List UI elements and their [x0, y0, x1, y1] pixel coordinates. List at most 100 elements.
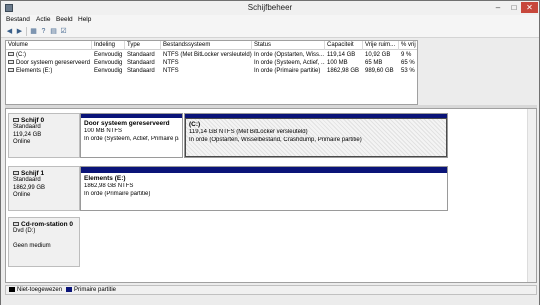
partition-size: 119,14 GB NTFS (Met BitLocker versleutel… — [189, 129, 308, 135]
cdrom-0-name-text: Cd-rom-station 0 — [21, 221, 73, 228]
col-status[interactable]: Status — [252, 41, 325, 50]
cdrom-0-blank — [13, 236, 75, 244]
col-volume[interactable]: Volume — [6, 41, 92, 50]
cell-percent-vrij: 9 % — [401, 52, 412, 58]
disk-0-label[interactable]: Schijf 0 Standaard 119,24 GB Online — [8, 113, 80, 158]
disk-0-name-text: Schijf 0 — [21, 117, 45, 124]
partition-c[interactable]: (C:) 119,14 GB NTFS (Met BitLocker versl… — [184, 113, 448, 158]
cell-bestandssysteem: NTFS (Met BitLocker versleuteld) — [163, 52, 252, 58]
vertical-scrollbar[interactable] — [527, 109, 536, 282]
cell-percent-vrij: 65 % — [401, 60, 415, 66]
cell-bestandssysteem: NTFS — [163, 60, 179, 66]
settings-icon[interactable]: ☑ — [59, 27, 68, 36]
legend-item: Primaire partitie — [66, 287, 116, 294]
disk-1-name: Schijf 1 — [13, 170, 75, 177]
partition-e[interactable]: Elements (E:) 1862,98 GB NTFS In orde (P… — [80, 166, 448, 211]
back-icon[interactable]: ◀ — [5, 27, 14, 36]
partition-status: In orde (Systeem, Actief, Primaire par — [84, 135, 179, 142]
cell-volume-text: (C:) — [16, 52, 26, 58]
maximize-button[interactable]: □ — [507, 2, 521, 13]
partition-size: 1862,98 GB NTFS — [84, 183, 134, 189]
partition-title: Elements (E:) — [84, 175, 126, 182]
col-percent-vrij[interactable]: % vrij — [399, 41, 417, 50]
disk-0-size: 119,24 GB — [13, 131, 42, 138]
table-row[interactable]: (C:) Eenvoudig Standaard NTFS (Met BitLo… — [6, 51, 417, 59]
col-capaciteit[interactable]: Capaciteit — [325, 41, 363, 50]
disk-0-name: Schijf 0 — [13, 117, 75, 124]
volume-list-header: Volume Indeling Type Bestandssysteem Sta… — [6, 41, 417, 50]
disk-management-window: Schijfbeheer – □ ✕ Bestand Actie Beeld H… — [0, 0, 540, 305]
disk-0-status: Online — [13, 139, 31, 145]
cell-volume-text: Door systeem gereserveerd — [16, 60, 91, 66]
properties-icon[interactable]: ▦ — [29, 27, 38, 36]
legend-label: Niet-toegewezen — [17, 287, 63, 293]
cell-indeling: Eenvoudig — [94, 60, 123, 66]
menu-actie[interactable]: Actie — [36, 16, 50, 23]
col-bestandssysteem[interactable]: Bestandssysteem — [161, 41, 252, 50]
legend-swatch-primary — [66, 287, 72, 292]
cdrom-0-label[interactable]: Cd-rom-station 0 Dvd (D:) Geen medium — [8, 217, 80, 267]
partition-size: 100 MB NTFS — [84, 128, 123, 134]
partition-status: In orde (Primaire partitie) — [84, 190, 151, 197]
cell-status: In orde (Systeem, Actief, ... — [254, 60, 325, 66]
partition-body: Door systeem gereserveerd 100 MB NTFS In… — [81, 118, 182, 157]
disk-1-label[interactable]: Schijf 1 Standaard 1862,99 GB Online — [8, 166, 80, 211]
cell-type: Standaard — [127, 68, 155, 74]
cdrom-icon — [13, 222, 19, 226]
cell-vrije-ruimte: 65 MB — [365, 60, 383, 66]
table-row[interactable]: Elements (E:) Eenvoudig Standaard NTFS I… — [6, 67, 417, 75]
partition-title: Door systeem gereserveerd — [84, 120, 170, 127]
volume-icon — [8, 60, 14, 64]
cell-capaciteit: 119,14 GB — [327, 52, 356, 58]
volume-list[interactable]: Volume Indeling Type Bestandssysteem Sta… — [5, 40, 418, 105]
disk-1-name-text: Schijf 1 — [21, 170, 45, 177]
cell-indeling: Eenvoudig — [94, 52, 123, 58]
volume-icon — [8, 68, 14, 72]
disk-0-type: Standaard — [13, 124, 41, 130]
partition-status: In orde (Opstarten, Wisselbestand, Crash… — [189, 136, 362, 143]
toolbar: ◀ ▶ ▦ ? ▤ ☑ — [1, 25, 539, 38]
partition-system-reserved[interactable]: Door systeem gereserveerd 100 MB NTFS In… — [80, 113, 183, 158]
partition-title: (C:) — [189, 121, 201, 128]
forward-icon[interactable]: ▶ — [15, 27, 24, 36]
col-indeling[interactable]: Indeling — [92, 41, 125, 50]
cell-type: Standaard — [127, 60, 155, 66]
cell-vrije-ruimte: 10,92 GB — [365, 52, 391, 58]
minimize-button[interactable]: – — [491, 2, 505, 13]
volume-icon — [8, 52, 14, 56]
col-type[interactable]: Type — [125, 41, 161, 50]
legend-swatch-unallocated — [9, 287, 15, 292]
disk-icon — [13, 118, 19, 122]
cell-capaciteit: 100 MB — [327, 60, 348, 66]
table-row[interactable]: Door systeem gereserveerd Eenvoudig Stan… — [6, 59, 417, 67]
cell-status: In orde (Primaire partitie) — [254, 68, 321, 74]
cell-indeling: Eenvoudig — [94, 68, 123, 74]
cdrom-0-name: Cd-rom-station 0 — [13, 221, 75, 228]
menu-bar: Bestand Actie Beeld Help — [1, 15, 539, 25]
partition-body-selected: (C:) 119,14 GB NTFS (Met BitLocker versl… — [185, 118, 447, 157]
cdrom-0-status: Geen medium — [13, 243, 51, 249]
legend: Niet-toegewezen Primaire partitie — [5, 285, 537, 295]
cell-bestandssysteem: NTFS — [163, 68, 179, 74]
menu-bestand[interactable]: Bestand — [6, 16, 30, 23]
cell-capaciteit: 1862,98 GB — [327, 68, 360, 74]
cell-volume: (C:) — [6, 51, 92, 59]
partition-body: Elements (E:) 1862,98 GB NTFS In orde (P… — [81, 173, 447, 210]
menu-beeld[interactable]: Beeld — [56, 16, 73, 23]
cell-volume: Door systeem gereserveerd — [6, 59, 92, 67]
toolbar-separator — [26, 27, 27, 36]
cell-percent-vrij: 53 % — [401, 68, 415, 74]
help-icon[interactable]: ? — [39, 27, 48, 36]
window-title: Schijfbeheer — [247, 3, 293, 12]
col-vrije-ruimte[interactable]: Vrije ruim... — [363, 41, 399, 50]
disk-layout-panel: Schijf 0 Standaard 119,24 GB Online Door… — [5, 108, 537, 283]
cdrom-0-drive: Dvd (D:) — [13, 228, 36, 234]
connect-icon[interactable]: ▤ — [49, 27, 58, 36]
close-button[interactable]: ✕ — [521, 2, 538, 13]
disk-1-type: Standaard — [13, 177, 41, 183]
cell-volume-text: Elements (E:) — [16, 68, 53, 74]
cell-type: Standaard — [127, 52, 155, 58]
title-bar[interactable]: Schijfbeheer – □ ✕ — [1, 1, 539, 15]
menu-help[interactable]: Help — [78, 16, 91, 23]
legend-label: Primaire partitie — [74, 287, 117, 293]
